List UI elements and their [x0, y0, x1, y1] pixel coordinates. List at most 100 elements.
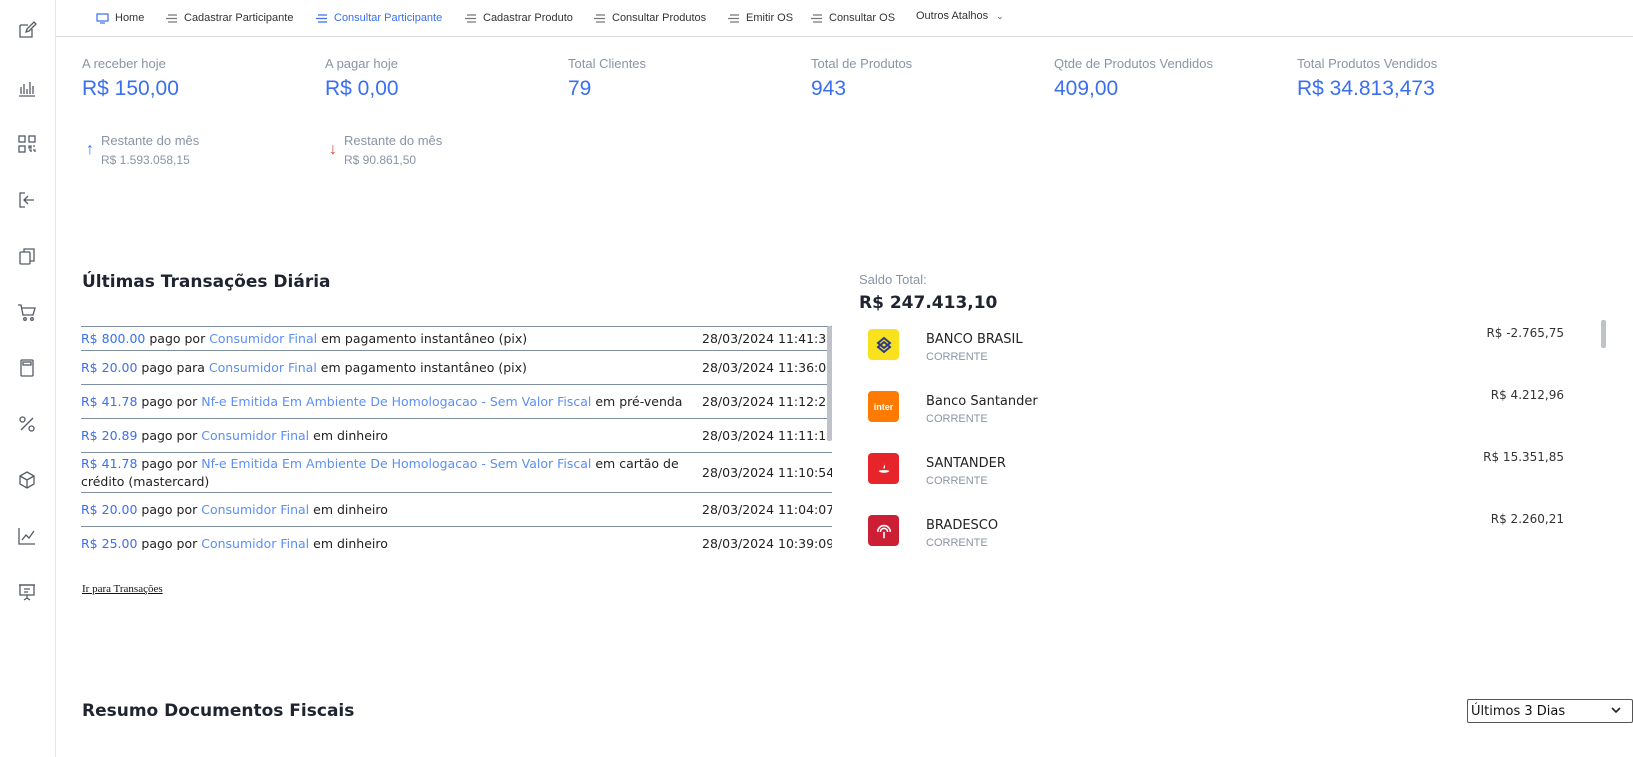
transaction-amount[interactable]: R$ 20.00 — [81, 360, 137, 375]
bank-account-item[interactable]: BRADESCO CORRENTE R$ 2.260,21 — [859, 508, 1594, 547]
stat-a-pagar: A pagar hoje R$ 0,00 — [325, 56, 399, 101]
transaction-description: R$ 41.78 pago por Nf-e Emitida Em Ambien… — [81, 393, 702, 411]
bank-balance: R$ -2.765,75 — [1486, 326, 1564, 340]
bank-account-item[interactable]: SANTANDER CORRENTE R$ 15.351,85 — [859, 446, 1594, 508]
bank-balance: R$ 2.260,21 — [1490, 512, 1564, 526]
stat-value: 79 — [568, 77, 592, 100]
box-icon[interactable] — [17, 470, 37, 490]
transaction-method: em pagamento instantâneo (pix) — [320, 359, 527, 375]
sidebar — [0, 0, 56, 757]
transaction-party[interactable]: Nf-e Emitida Em Ambiente De Homologacao … — [201, 394, 591, 409]
menu-lines-icon — [464, 13, 477, 24]
remaining-receivable: ↑ Restante do mês R$ 1.593.058,15 — [86, 133, 199, 167]
remaining-value: R$ 90.861,50 — [344, 153, 417, 167]
top-nav: Home Cadastrar Participante Consultar Pa… — [56, 0, 1633, 37]
transaction-party[interactable]: Consumidor Final — [201, 502, 309, 517]
transaction-description: R$ 20.00 pago para Consumidor Final em p… — [81, 359, 702, 377]
transaction-verb: pago por — [141, 393, 198, 409]
bank-type: CORRENTE — [926, 351, 988, 363]
stat-label: Qtde de Produtos Vendidos — [1054, 56, 1214, 71]
nav-label: Emitir OS — [746, 12, 794, 24]
table-row: R$ 25.00 pago por Consumidor Final em di… — [81, 526, 832, 550]
stat-label: Total de Produtos — [811, 56, 913, 71]
nav-consultar-produtos[interactable]: Consultar Produtos — [593, 10, 706, 26]
transaction-amount[interactable]: R$ 800.00 — [81, 331, 145, 346]
bank-account-item[interactable]: BANCO BRASIL CORRENTE R$ -2.765,75 — [859, 322, 1594, 384]
stat-value: 943 — [811, 77, 847, 100]
menu-lines-icon — [727, 13, 740, 24]
nav-emitir-os[interactable]: Emitir OS — [727, 10, 793, 26]
transaction-party[interactable]: Consumidor Final — [209, 360, 317, 375]
transaction-description: R$ 20.89 pago por Consumidor Final em di… — [81, 427, 702, 445]
transaction-method: em dinheiro — [313, 535, 388, 551]
transaction-party[interactable]: Consumidor Final — [209, 331, 317, 346]
sign-in-icon[interactable] — [17, 190, 37, 210]
qr-code-icon[interactable] — [17, 134, 37, 154]
transaction-date: 28/03/2024 11:11:10 — [702, 428, 832, 443]
transaction-description: R$ 20.00 pago por Consumidor Final em di… — [81, 501, 702, 519]
bank-accounts-list: BANCO BRASIL CORRENTE R$ -2.765,75 inter… — [859, 322, 1594, 547]
period-select[interactable]: Últimos 3 Dias — [1467, 699, 1633, 723]
transaction-description: R$ 41.78 pago por Nf-e Emitida Em Ambien… — [81, 455, 702, 491]
transaction-verb: pago por — [149, 330, 206, 346]
nav-home[interactable]: Home — [96, 10, 144, 26]
nav-consultar-os[interactable]: Consultar OS — [810, 10, 895, 26]
transaction-description: R$ 800.00 pago por Consumidor Final em p… — [81, 330, 702, 348]
nav-outros-atalhos[interactable]: Outros Atalhos ⌄ — [916, 8, 1004, 24]
nav-cadastrar-produto[interactable]: Cadastrar Produto — [464, 10, 573, 26]
remaining-value: R$ 1.593.058,15 — [101, 153, 190, 167]
go-to-transactions-link[interactable]: Ir para Transações — [82, 583, 163, 595]
line-chart-icon[interactable] — [17, 526, 37, 546]
nav-cadastrar-participante[interactable]: Cadastrar Participante — [165, 10, 293, 26]
transactions-title: Últimas Transações Diária — [82, 272, 331, 292]
transaction-date: 28/03/2024 11:10:54 — [702, 465, 832, 480]
transaction-amount[interactable]: R$ 41.78 — [81, 394, 137, 409]
nav-consultar-participante[interactable]: Consultar Participante — [315, 10, 442, 26]
transaction-amount[interactable]: R$ 25.00 — [81, 536, 137, 551]
chevron-down-icon — [1610, 704, 1622, 716]
transaction-date: 28/03/2024 11:12:20 — [702, 394, 832, 409]
stat-value: R$ 0,00 — [325, 77, 399, 100]
presentation-icon[interactable] — [17, 582, 37, 602]
clipboard-copy-icon[interactable] — [17, 246, 37, 266]
percent-icon[interactable] — [17, 414, 37, 434]
calculator-icon[interactable] — [17, 358, 37, 378]
bank-type: CORRENTE — [926, 475, 988, 487]
transaction-verb: pago por — [141, 501, 198, 517]
transaction-party[interactable]: Nf-e Emitida Em Ambiente De Homologacao … — [201, 456, 591, 471]
stat-value: R$ 34.813,473 — [1297, 77, 1435, 100]
banks-scrollbar[interactable] — [1601, 320, 1606, 348]
stat-total-produtos: Total de Produtos 943 — [811, 56, 912, 101]
transaction-party[interactable]: Consumidor Final — [201, 428, 309, 443]
transaction-method: em pagamento instantâneo (pix) — [321, 330, 528, 346]
transaction-amount[interactable]: R$ 41.78 — [81, 456, 137, 471]
transaction-amount[interactable]: R$ 20.00 — [81, 502, 137, 517]
bank-account-item[interactable]: inter Banco Santander CORRENTE R$ 4.212,… — [859, 384, 1594, 446]
transaction-date: 28/03/2024 11:36:02 — [702, 360, 832, 375]
edit-icon[interactable] — [17, 20, 37, 40]
stat-label: Total Clientes — [568, 56, 647, 71]
stat-label: Total Produtos Vendidos — [1297, 56, 1438, 71]
nav-label: Cadastrar Produto — [483, 12, 573, 24]
saldo-value: R$ 247.413,10 — [859, 293, 998, 313]
transaction-verb: pago por — [141, 427, 198, 443]
remaining-payable: ↓ Restante do mês R$ 90.861,50 — [329, 133, 442, 167]
nav-more-label: Outros Atalhos — [916, 10, 989, 22]
menu-lines-icon — [315, 13, 328, 24]
remaining-label: Restante do mês — [344, 133, 443, 148]
inter-logo-text: inter — [873, 401, 894, 412]
transaction-method: em dinheiro — [313, 501, 388, 517]
arrow-up-icon: ↑ — [86, 141, 94, 158]
arrow-down-icon: ↓ — [329, 141, 337, 158]
table-row: R$ 20.00 pago por Consumidor Final em di… — [81, 492, 832, 526]
monitor-icon — [96, 12, 109, 24]
table-row: R$ 800.00 pago por Consumidor Final em p… — [81, 326, 832, 350]
transaction-amount[interactable]: R$ 20.89 — [81, 428, 137, 443]
bradesco-logo — [868, 515, 899, 546]
bar-chart-icon[interactable] — [17, 78, 37, 98]
transaction-party[interactable]: Consumidor Final — [201, 536, 309, 551]
transactions-scrollbar[interactable] — [827, 326, 832, 441]
cart-icon[interactable] — [17, 302, 37, 322]
table-row: R$ 20.89 pago por Consumidor Final em di… — [81, 418, 832, 452]
fiscal-title: Resumo Documentos Fiscais — [82, 701, 355, 721]
